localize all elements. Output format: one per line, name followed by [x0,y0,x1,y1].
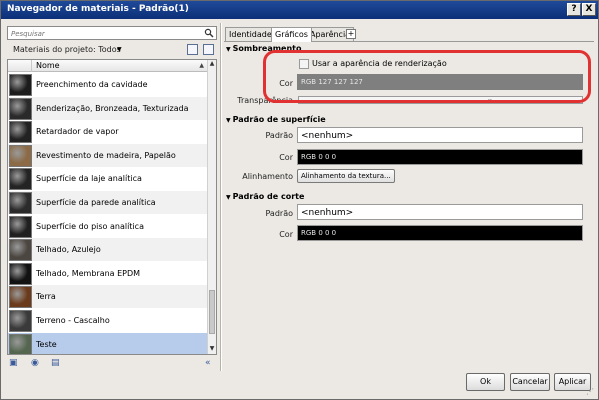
list-item[interactable]: Terra [8,285,208,310]
splitter[interactable] [220,23,222,371]
resize-grip-icon[interactable]: ⋰ [586,387,596,397]
material-name: Superfície do piso analítica [36,221,144,231]
material-swatch [9,239,32,262]
scroll-thumb[interactable] [209,290,215,334]
search-input[interactable] [11,28,201,39]
collapse-triangle-icon: ▼ [226,46,231,53]
material-swatch [9,333,32,354]
surface-section-title: Padrão de superfície [232,115,326,124]
cancel-button[interactable]: Cancelar [510,373,550,391]
material-name: Terreno - Cascalho [36,316,110,325]
close-button[interactable]: X [582,3,596,16]
list-item[interactable]: Teste [8,332,208,354]
material-swatch [9,286,32,309]
material-name: Terra [36,292,56,302]
material-swatch [9,97,32,120]
list-header: Nome ▲ [8,60,208,72]
library-bar: Materiais do projeto: Todos ▼ [7,43,217,57]
material-list: Nome ▲ Preenchimento da cavidade Renderiz… [7,59,217,355]
list-item[interactable]: Renderização, Bronzeada, Texturizada [8,96,208,121]
list-item[interactable]: Terreno - Cascalho [8,309,208,333]
material-name: Revestimento de madeira, Papelão [36,150,176,160]
collapse-triangle-icon: ▼ [226,117,231,124]
add-tab-button[interactable]: + [346,29,356,39]
material-swatch [9,168,32,191]
swatch-column-header [8,60,32,72]
title-bar: Navegador de materiais - Padrão(1) ? X [1,1,598,19]
surface-color-value: RGB 0 0 0 [301,153,337,161]
collapse-icon[interactable]: « [205,358,211,368]
cut-pattern-field[interactable]: <nenhum> [297,204,583,220]
list-item[interactable]: Telhado, Membrana EPDM [8,262,208,286]
list-item[interactable]: Superfície da laje analítica [8,167,208,192]
surface-pattern-field[interactable]: <nenhum> [297,127,583,143]
list-item[interactable]: Superfície da parede analítica [8,191,208,215]
cut-section-header[interactable]: ▼ Padrão de corte [226,192,304,201]
cut-color-field[interactable]: RGB 0 0 0 [297,225,583,241]
library-dropdown-icon[interactable]: ▼ [117,46,122,53]
collapse-triangle-icon: ▼ [226,194,231,201]
grid-view-icon[interactable] [187,44,198,55]
surface-section-header[interactable]: ▼ Padrão de superfície [226,115,326,124]
material-swatch [9,121,32,144]
help-button[interactable]: ? [567,3,581,16]
name-column-header[interactable]: Nome [36,61,60,70]
library-label[interactable]: Materiais do projeto: Todos [13,45,121,54]
material-name: Teste [36,339,57,349]
material-swatch [9,215,32,238]
material-name: Superfície da parede analítica [36,198,156,207]
ok-button[interactable]: Ok [466,373,505,391]
material-name: Retardador de vapor [36,127,119,137]
scroll-down-icon[interactable]: ▼ [208,345,216,354]
globe-icon[interactable]: ◉ [31,358,39,368]
list-item[interactable]: Telhado, Azulejo [8,238,208,263]
list-item[interactable]: Retardador de vapor [8,120,208,145]
texture-alignment-button[interactable]: Alinhamento da textura... [297,169,395,183]
material-name: Preenchimento da cavidade [36,80,148,89]
material-name: Renderização, Bronzeada, Texturizada [36,103,189,113]
material-name: Telhado, Azulejo [36,245,101,255]
list-scrollbar[interactable]: ▲ ▼ [207,60,216,354]
material-swatch [9,74,32,96]
library-panel-icon[interactable]: ▤ [51,358,60,368]
library-toolbar: ▣ ◉ ▤ « [7,357,217,369]
sort-up-icon: ▲ [199,62,204,69]
search-icon[interactable] [204,28,214,38]
list-item[interactable]: Revestimento de madeira, Papelão [8,143,208,168]
window-title: Navegador de materiais - Padrão(1) [7,4,189,14]
material-swatch [9,192,32,214]
cut-section-title: Padrão de corte [232,192,305,201]
surface-pattern-value: <nenhum> [301,131,354,141]
surface-color-field[interactable]: RGB 0 0 0 [297,149,583,165]
cut-pattern-value: <nenhum> [301,208,354,218]
surface-color-label: Cor [279,153,293,162]
create-material-icon[interactable]: ▣ [9,358,18,368]
cut-color-label: Cor [279,230,293,239]
material-browser-window: Navegador de materiais - Padrão(1) ? X M… [0,0,599,400]
cut-color-value: RGB 0 0 0 [301,229,337,237]
tab-identity[interactable]: Identidade [225,27,276,41]
material-swatch [9,310,32,332]
surface-alignment-label: Alinhamento [242,172,293,181]
annotation-highlight [263,50,591,103]
list-item[interactable]: Superfície do piso analítica [8,215,208,239]
list-view-icon[interactable] [203,44,214,55]
surface-pattern-label: Padrão [265,131,293,140]
search-box [7,26,217,40]
scroll-up-icon[interactable]: ▲ [208,60,216,69]
material-swatch [9,144,32,167]
material-name: Telhado, Membrana EPDM [36,268,141,278]
list-item[interactable]: Preenchimento da cavidade [8,73,208,97]
tab-graphics[interactable]: Gráficos [271,27,312,42]
material-name: Superfície da laje analítica [36,174,142,184]
material-swatch [9,262,32,285]
cut-pattern-label: Padrão [265,209,293,218]
